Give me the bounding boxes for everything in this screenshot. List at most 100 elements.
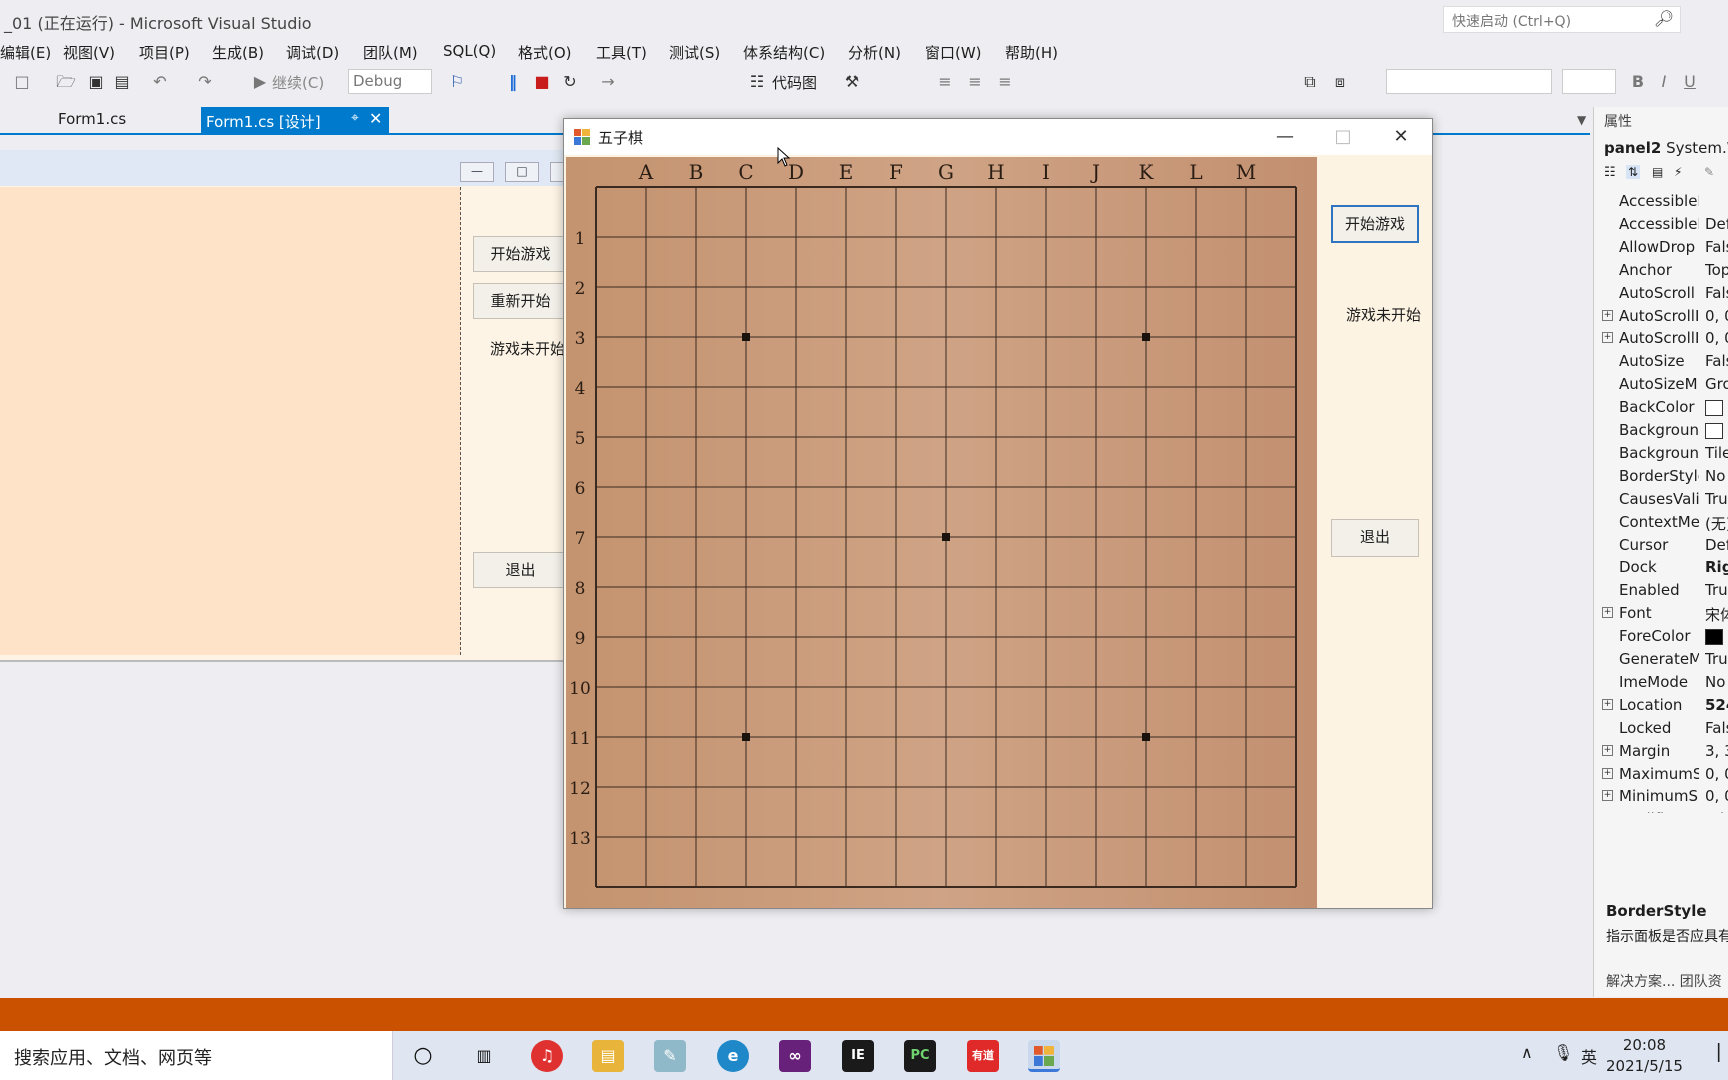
format-icon[interactable]: ⚒ (842, 72, 862, 92)
expand-icon[interactable]: + (1602, 767, 1613, 779)
open-file-icon[interactable]: 🗁︎ (56, 72, 76, 92)
maximize-icon[interactable]: □ (1318, 123, 1368, 151)
property-row[interactable]: ContextMe (无) (1594, 511, 1728, 534)
property-value[interactable] (1705, 627, 1728, 645)
property-row[interactable]: Anchor Top (1594, 259, 1728, 282)
tab-overflow-icon[interactable]: ▼ (1577, 113, 1586, 127)
netease-music-icon[interactable]: ♫ (531, 1040, 563, 1072)
property-value[interactable]: 0, 0 (1705, 307, 1728, 325)
solution-config-select[interactable]: Debug (348, 69, 432, 94)
property-row[interactable]: + MaximumS 0, 0 (1594, 763, 1728, 786)
minimize-icon[interactable]: — (1260, 123, 1310, 151)
property-value[interactable]: Fals (1705, 284, 1728, 302)
visual-studio-icon[interactable]: ∞ (779, 1040, 811, 1072)
property-value[interactable]: 0, 0 (1705, 329, 1728, 347)
properties-object-selector[interactable]: panel2 System.W (1604, 139, 1728, 157)
menu-analyze[interactable]: 分析(N) (848, 42, 901, 63)
save-icon[interactable]: ▣ (86, 72, 106, 92)
start-game-button[interactable]: 开始游戏 (1331, 205, 1419, 243)
microphone-icon[interactable]: 🎙︎ (1553, 1043, 1573, 1062)
tab-form1-designer[interactable]: Form1.cs [设计] ⌖ ✕ (201, 107, 389, 134)
menu-format[interactable]: 格式(O) (518, 42, 572, 63)
property-value[interactable]: 3, 3 (1705, 742, 1728, 760)
codemap-button[interactable]: 代码图 (772, 72, 817, 93)
property-row[interactable]: Enabled Tru (1594, 579, 1728, 602)
property-row[interactable]: AllowDrop Fals (1594, 236, 1728, 259)
save-all-icon[interactable]: ▤ (112, 72, 132, 92)
edge-icon[interactable]: e (717, 1040, 749, 1072)
property-value[interactable]: (无) (1705, 513, 1728, 534)
property-row[interactable]: BorderStyle No (1594, 465, 1728, 488)
property-value[interactable]: Fals (1705, 238, 1728, 256)
gomoku-board[interactable]: ABCDEFGHIJKLM 1 2 3 4 5 6 7 8 9 10 11 12 13 (566, 157, 1317, 908)
events-icon[interactable]: ⚡ (1674, 165, 1682, 179)
ime-indicator[interactable]: 英 (1581, 1044, 1597, 1068)
property-row[interactable]: + MinimumSi 0, 0 (1594, 785, 1728, 808)
property-value[interactable]: 0, 0 (1705, 765, 1728, 783)
property-value[interactable]: 宋体 (1705, 604, 1728, 625)
property-row[interactable]: Modifiers Priv (1594, 808, 1728, 813)
close-tab-icon[interactable]: ✕ (369, 109, 382, 128)
property-value[interactable] (1705, 398, 1728, 416)
property-row[interactable]: Locked Fals (1594, 717, 1728, 740)
expand-icon[interactable]: + (1602, 790, 1613, 802)
menu-edit[interactable]: 编辑(E) (0, 42, 51, 63)
property-pages-icon[interactable]: ✎ (1704, 165, 1714, 179)
property-value[interactable]: 0, 0 (1705, 787, 1728, 805)
font-name-select[interactable] (1386, 69, 1552, 94)
properties-icon[interactable]: ▤ (1652, 165, 1663, 179)
property-row[interactable]: GenerateM Tru (1594, 648, 1728, 671)
property-value[interactable]: Tru (1705, 650, 1728, 668)
property-row[interactable]: Dock Rig (1594, 556, 1728, 579)
expand-icon[interactable]: + (1602, 309, 1613, 321)
codemap-icon[interactable]: ☷ (747, 72, 767, 92)
menu-tools[interactable]: 工具(T) (596, 42, 647, 63)
bring-front-icon[interactable]: ⧉ (1300, 72, 1320, 92)
property-value[interactable]: Priv (1705, 810, 1728, 813)
property-value[interactable]: Top (1705, 261, 1728, 279)
pin-icon[interactable]: ⌖ (351, 110, 359, 126)
font-size-select[interactable] (1562, 69, 1616, 94)
property-row[interactable]: Backgrounc Tile (1594, 442, 1728, 465)
intellij-icon[interactable]: IE (842, 1040, 874, 1072)
gomoku-taskbar-icon[interactable] (1028, 1040, 1060, 1072)
align-left-icon[interactable]: ≡ (935, 72, 955, 92)
menu-debug[interactable]: 调试(D) (286, 42, 339, 63)
gomoku-titlebar[interactable]: 五子棋 — □ ✕ (564, 119, 1432, 155)
property-row[interactable]: ImeMode No (1594, 671, 1728, 694)
property-row[interactable]: + Font 宋体 (1594, 602, 1728, 625)
property-row[interactable]: AutoSizeM Gro (1594, 373, 1728, 396)
task-view-icon[interactable]: ▥ (468, 1040, 500, 1072)
tray-overflow-icon[interactable]: ∧ (1521, 1043, 1533, 1062)
property-row[interactable]: + Location 524 (1594, 694, 1728, 717)
property-row[interactable]: BackColor (1594, 396, 1728, 419)
send-back-icon[interactable]: ⧈ (1330, 72, 1350, 92)
menu-view[interactable]: 视图(V) (63, 42, 115, 63)
notes-app-icon[interactable]: ✎ (654, 1040, 686, 1072)
property-value[interactable]: Fals (1705, 719, 1728, 737)
property-row[interactable]: CausesValic Tru (1594, 488, 1728, 511)
property-value[interactable]: Rig (1705, 558, 1728, 576)
property-value[interactable] (1705, 421, 1728, 439)
align-right-icon[interactable]: ≡ (995, 72, 1015, 92)
property-value[interactable]: Def (1705, 215, 1728, 233)
continue-icon[interactable]: ▶ (250, 72, 270, 92)
close-icon[interactable]: ✕ (1376, 123, 1426, 151)
property-row[interactable]: + Margin 3, 3 (1594, 740, 1728, 763)
property-row[interactable]: Backgrounc (1594, 419, 1728, 442)
bold-icon[interactable]: B (1628, 72, 1648, 92)
pycharm-icon[interactable]: PC (904, 1040, 936, 1072)
taskbar-clock[interactable]: 20:08 2021/5/15 (1606, 1035, 1683, 1077)
property-row[interactable]: ForeColor (1594, 625, 1728, 648)
redo-icon[interactable]: ↷ (195, 72, 215, 92)
expand-icon[interactable]: + (1602, 698, 1613, 710)
designer-board-panel[interactable] (0, 187, 461, 655)
menu-window[interactable]: 窗口(W) (925, 42, 982, 63)
categorized-icon[interactable]: ☷ (1604, 165, 1616, 180)
property-row[interactable]: AccessibleI (1594, 190, 1728, 213)
tab-form1-code[interactable]: Form1.cs (58, 110, 126, 128)
designer-start-button[interactable]: 开始游戏 (473, 236, 568, 272)
stop-icon[interactable]: ■ (532, 72, 552, 92)
menu-team[interactable]: 团队(M) (363, 42, 418, 63)
expand-icon[interactable]: + (1602, 744, 1613, 756)
